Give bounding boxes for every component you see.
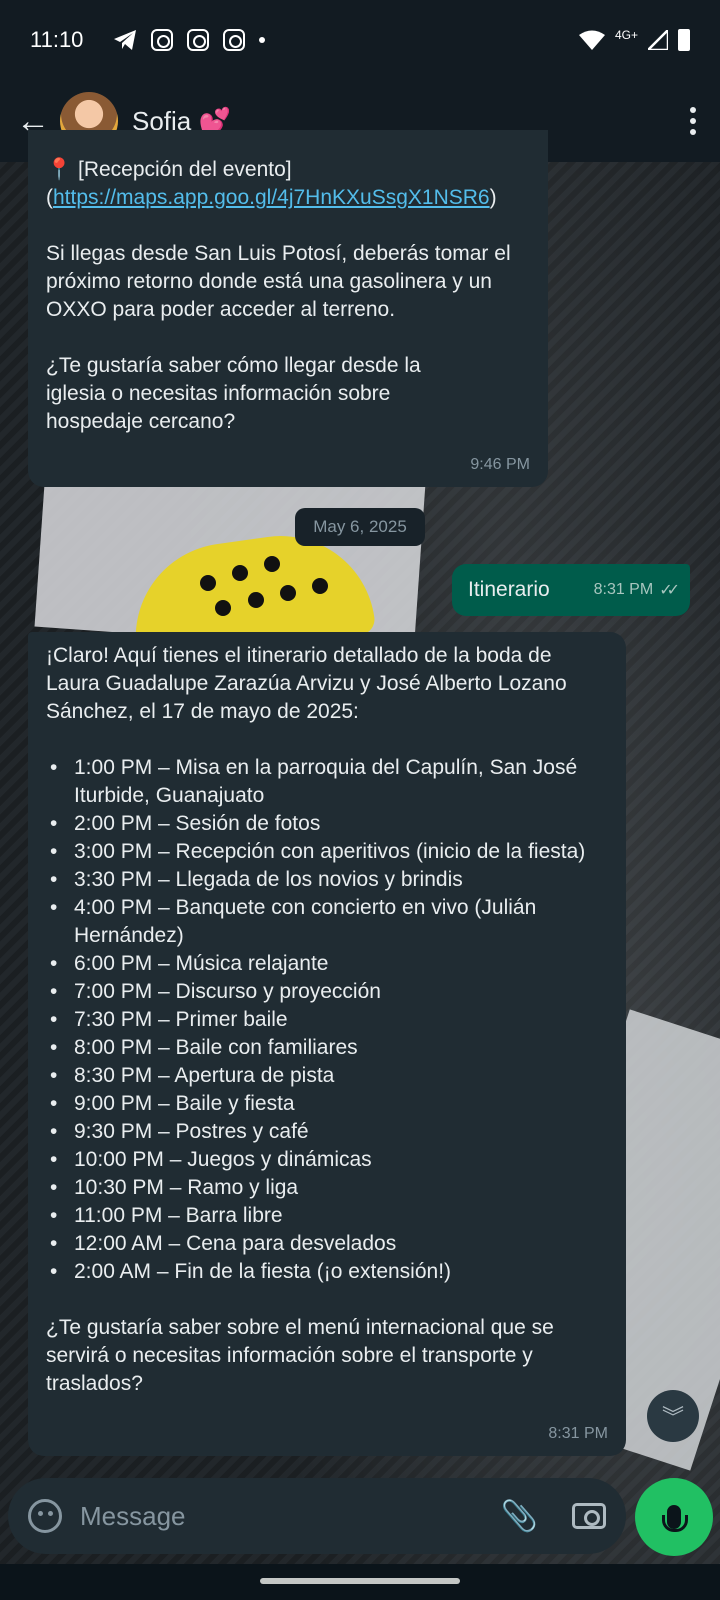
link-close: ) bbox=[489, 186, 497, 209]
notification-icons bbox=[113, 29, 266, 51]
home-gesture-handle[interactable] bbox=[260, 1578, 460, 1584]
message-paragraph: Si llegas desde San Luis Potosí, deberás… bbox=[46, 242, 511, 321]
date-separator: May 6, 2025 bbox=[295, 508, 425, 546]
list-item: 10:00 PM – Juegos y dinámicas bbox=[46, 1146, 608, 1174]
wifi-icon bbox=[578, 30, 605, 50]
wallpaper-dot bbox=[280, 585, 296, 601]
list-item: 7:00 PM – Discurso y proyección bbox=[46, 978, 608, 1006]
emoji-icon[interactable] bbox=[28, 1499, 62, 1533]
message-outro: ¿Te gustaría saber sobre el menú interna… bbox=[46, 1316, 554, 1395]
list-item: 3:00 PM – Recepción con aperitivos (inic… bbox=[46, 838, 608, 866]
message-timestamp: 9:46 PM bbox=[470, 456, 530, 473]
scroll-to-bottom-button[interactable]: ︾ bbox=[647, 1390, 699, 1442]
instagram-icon bbox=[223, 29, 246, 51]
list-item: 4:00 PM – Banquete con concierto en vivo… bbox=[46, 894, 608, 950]
list-item: 1:00 PM – Misa en la parroquia del Capul… bbox=[46, 754, 608, 810]
list-item: 8:00 PM – Baile con familiares bbox=[46, 1034, 608, 1062]
outgoing-message[interactable]: Itinerario 8:31 PM ✓✓ bbox=[452, 564, 690, 616]
itinerary-list: 1:00 PM – Misa en la parroquia del Capul… bbox=[46, 754, 608, 1286]
more-notifications-dot bbox=[259, 37, 266, 43]
list-item: 3:30 PM – Llegada de los novios y brindi… bbox=[46, 866, 608, 894]
camera-icon[interactable] bbox=[572, 1503, 606, 1529]
message-composer: 📎 bbox=[8, 1478, 626, 1554]
message-timestamp: 8:31 PM bbox=[593, 581, 654, 598]
wallpaper-dot bbox=[200, 575, 216, 591]
wallpaper-dot bbox=[215, 600, 231, 616]
list-item: 10:30 PM – Ramo y liga bbox=[46, 1174, 608, 1202]
message-text: Itinerario bbox=[468, 578, 550, 601]
list-item: 8:30 PM – Apertura de pista bbox=[46, 1062, 608, 1090]
status-bar: 11:10 4G+ bbox=[0, 0, 720, 80]
list-item: 6:00 PM – Música relajante bbox=[46, 950, 608, 978]
voice-message-button[interactable] bbox=[635, 1478, 713, 1556]
message-paragraph: ¿Te gustaría saber cómo llegar desde la … bbox=[46, 354, 421, 433]
instagram-icon bbox=[151, 29, 174, 51]
list-item: 12:00 AM – Cena para desvelados bbox=[46, 1230, 608, 1258]
network-type: 4G+ bbox=[614, 28, 638, 42]
battery-icon bbox=[678, 29, 690, 51]
status-right-icons: 4G+ bbox=[578, 28, 690, 51]
list-item: 2:00 PM – Sesión de fotos bbox=[46, 810, 608, 838]
status-time: 11:10 bbox=[30, 27, 84, 52]
system-nav-bar bbox=[0, 1564, 720, 1600]
message-intro: ¡Claro! Aquí tienes el itinerario detall… bbox=[46, 644, 567, 723]
signal-icon bbox=[648, 30, 668, 50]
wallpaper-dot bbox=[232, 565, 248, 581]
wallpaper-dot bbox=[312, 578, 328, 594]
list-item: 2:00 AM – Fin de la fiesta (¡o extensión… bbox=[46, 1258, 608, 1286]
instagram-icon bbox=[187, 29, 210, 51]
read-receipt-icon: ✓✓ bbox=[659, 582, 680, 599]
incoming-message[interactable]: 📍 [Recepción del evento](https://maps.ap… bbox=[28, 130, 548, 487]
message-text: 📍 [Recepción del evento](https://maps.ap… bbox=[46, 156, 530, 212]
list-item: 9:00 PM – Baile y fiesta bbox=[46, 1090, 608, 1118]
microphone-icon bbox=[662, 1505, 688, 1532]
attach-icon[interactable]: 📎 bbox=[501, 1499, 538, 1534]
wallpaper-dot bbox=[248, 592, 264, 608]
incoming-message[interactable]: ¡Claro! Aquí tienes el itinerario detall… bbox=[28, 632, 626, 1456]
list-item: 7:30 PM – Primer baile bbox=[46, 1006, 608, 1034]
double-chevron-down-icon: ︾ bbox=[661, 1405, 684, 1430]
more-options-icon[interactable] bbox=[690, 107, 704, 135]
message-input[interactable] bbox=[80, 1500, 501, 1532]
wallpaper-dot bbox=[264, 556, 280, 572]
list-item: 11:00 PM – Barra libre bbox=[46, 1202, 608, 1230]
message-timestamp: 8:31 PM bbox=[548, 1425, 608, 1442]
telegram-icon bbox=[114, 30, 137, 50]
list-item: 9:30 PM – Postres y café bbox=[46, 1118, 608, 1146]
maps-link[interactable]: https://maps.app.goo.gl/4j7HnKXuSsgX1NSR… bbox=[53, 186, 490, 209]
